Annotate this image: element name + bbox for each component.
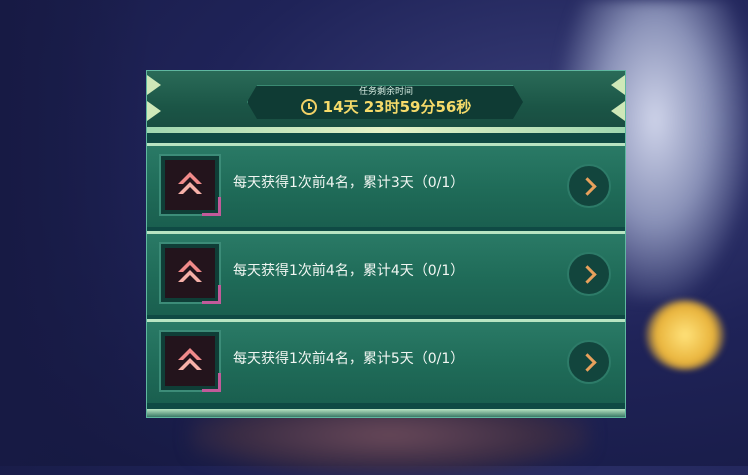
task-row-1: 每天获得1次前4名，累计3天（0/1） [147,143,625,227]
task-icon-frame [159,330,221,392]
task-icon-frame [159,154,221,216]
rank-up-icon [178,348,202,370]
background-lantern [645,300,725,370]
go-button[interactable] [567,252,611,296]
task-description: 每天获得1次前4名，累计3天（0/1） [233,175,465,191]
chevron-right-icon [577,264,597,284]
rank-up-icon [178,260,202,282]
chevron-right-icon [577,176,597,196]
rank-up-icon [178,172,202,194]
timer-value: 14天 23时59分56秒 [322,98,472,116]
go-button[interactable] [567,340,611,384]
go-button[interactable] [567,164,611,208]
timer-row: 14天 23时59分56秒 [147,96,625,117]
timer-header: 任务剩余时间 14天 23时59分56秒 [147,71,625,133]
task-row-3: 每天获得1次前4名，累计5天（0/1） [147,319,625,403]
task-icon-frame [159,242,221,304]
task-panel: 任务剩余时间 14天 23时59分56秒 每天获得1次前4名，累计3天（0/1） [146,70,626,418]
task-row-2: 每天获得1次前4名，累计4天（0/1） [147,231,625,315]
background-shade [0,0,150,466]
clock-icon [300,98,317,115]
header-divider [147,127,625,133]
chevron-right-icon [577,352,597,372]
task-description: 每天获得1次前4名，累计5天（0/1） [233,351,465,367]
next-row-edge [147,409,625,417]
task-description: 每天获得1次前4名，累计4天（0/1） [233,263,465,279]
